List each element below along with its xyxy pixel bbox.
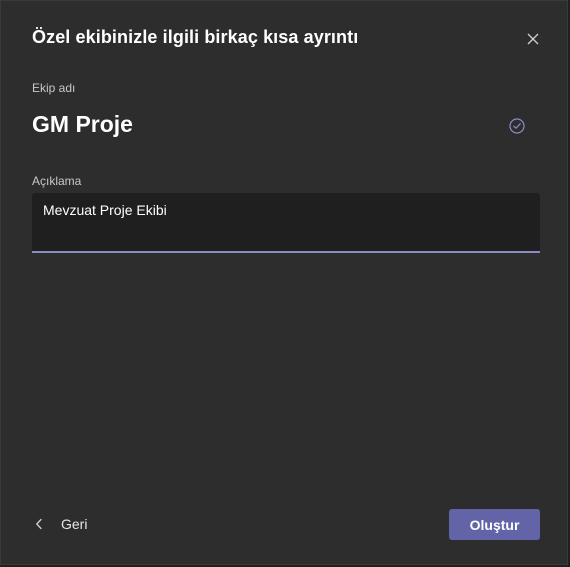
description-value: Mevzuat Proje Ekibi — [43, 202, 167, 218]
back-button-label: Geri — [61, 516, 88, 532]
close-icon — [527, 33, 539, 45]
back-button[interactable]: Geri — [35, 513, 87, 535]
create-team-dialog: Özel ekibinizle ilgili birkaç kısa ayrın… — [0, 0, 568, 565]
description-field[interactable]: Mevzuat Proje Ekibi — [32, 193, 540, 253]
check-circle-icon — [509, 118, 525, 134]
close-button[interactable] — [522, 28, 544, 50]
dialog-title: Özel ekibinizle ilgili birkaç kısa ayrın… — [32, 27, 359, 47]
chevron-left-icon — [36, 518, 42, 530]
create-button[interactable]: Oluştur — [449, 509, 540, 540]
description-label: Açıklama — [32, 174, 82, 188]
team-name-value[interactable]: GM Proje — [32, 111, 133, 138]
team-name-label: Ekip adı — [32, 81, 76, 95]
